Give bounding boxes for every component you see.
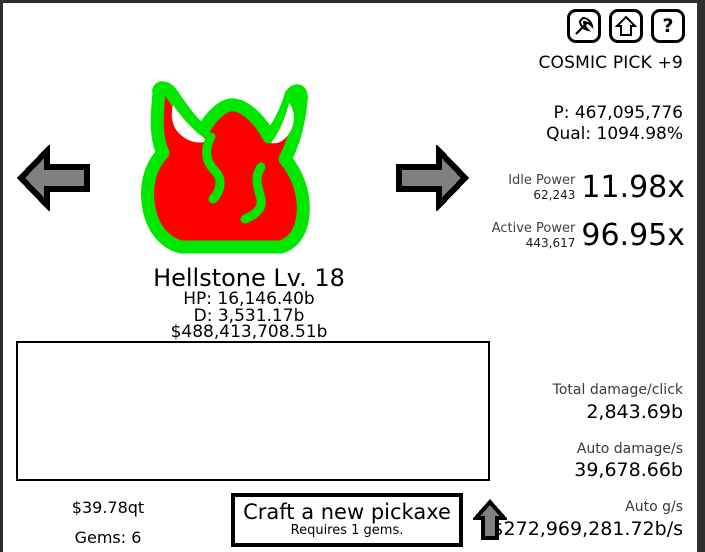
game-window: ? COSMIC PICK +9 P: 467,095,776 Qual: 10… [0,0,705,552]
craft-upgrade-arrow-button[interactable] [471,498,509,542]
active-power-row: Active Power 443,617 96.95x [492,221,685,251]
svg-text:?: ? [662,15,673,37]
pickaxe-power-line: P: 467,095,776 [553,103,683,123]
pickaxe-icon [573,15,595,37]
help-question-icon: ? [657,15,679,37]
auto-gold-per-second-label: Auto g/s [625,499,683,516]
total-damage-per-click-block: Total damage/click 2,843.69b [491,381,683,426]
previous-monster-button[interactable] [16,143,95,213]
auto-gold-per-second-block: Auto g/s $272,969,281.72b/s [491,498,683,543]
pickaxe-button[interactable] [567,9,601,43]
auto-damage-per-second-value: 39,678.66b [574,459,683,482]
gems-amount: Gems: 6 [74,528,142,548]
craft-upgrade-arrow-icon [471,498,509,540]
idle-power-multiplier: 11.98x [581,170,685,205]
damage-stats-panel: Total damage/click 2,843.69b Auto damage… [491,381,683,543]
idle-power-row: Idle Power 62,243 11.98x [508,173,685,203]
active-power-label: Active Power [491,220,576,236]
pickaxe-quality-line: Qual: 1094.98% [546,124,683,145]
auto-damage-per-second-block: Auto damage/s 39,678.66b [491,440,683,485]
idle-power-value: 62,243 [533,187,576,202]
monster-reward: $488,413,708.51b [170,321,328,342]
active-power-value: 443,617 [525,235,576,250]
monster-name: Hellstone Lv. 18 [153,264,345,292]
total-damage-per-click-label: Total damage/click [552,382,683,398]
message-log-panel[interactable] [16,341,490,481]
currency-display: $39.78qt Gems: 6 [3,493,213,552]
right-arrow-icon [396,143,470,213]
auto-damage-per-second-label: Auto damage/s [576,440,683,457]
pickaxe-name: COSMIC PICK +9 [538,53,683,73]
hellstone-rock-sprite[interactable] [129,75,321,265]
upgrade-arrow-icon [615,15,637,37]
idle-power-labels: Idle Power 62,243 [508,172,576,203]
craft-new-pickaxe-button[interactable]: Craft a new pickaxe Requires 1 gems. [231,493,463,547]
monster-info: Hellstone Lv. 18 HP: 16,146.40b D: 3,531… [3,264,495,342]
left-arrow-icon [16,143,90,213]
money-amount: $39.78qt [71,498,145,517]
pickaxe-stats: P: 467,095,776 Qual: 1094.98% [546,103,683,146]
craft-button-title: Craft a new pickaxe [243,500,451,525]
active-power-multiplier: 96.95x [581,218,685,253]
upgrade-button[interactable] [609,9,643,43]
craft-row: Craft a new pickaxe Requires 1 gems. [231,493,509,547]
auto-gold-per-second-value: $272,969,281.72b/s [491,517,683,540]
total-damage-per-click-value: 2,843.69b [586,400,683,423]
help-button[interactable]: ? [651,9,685,43]
next-monster-button[interactable] [391,143,470,213]
active-power-labels: Active Power 443,617 [491,220,576,251]
craft-button-requirement: Requires 1 gems. [290,523,404,539]
icon-button-bar: ? [567,9,685,43]
idle-power-label: Idle Power [508,172,576,188]
